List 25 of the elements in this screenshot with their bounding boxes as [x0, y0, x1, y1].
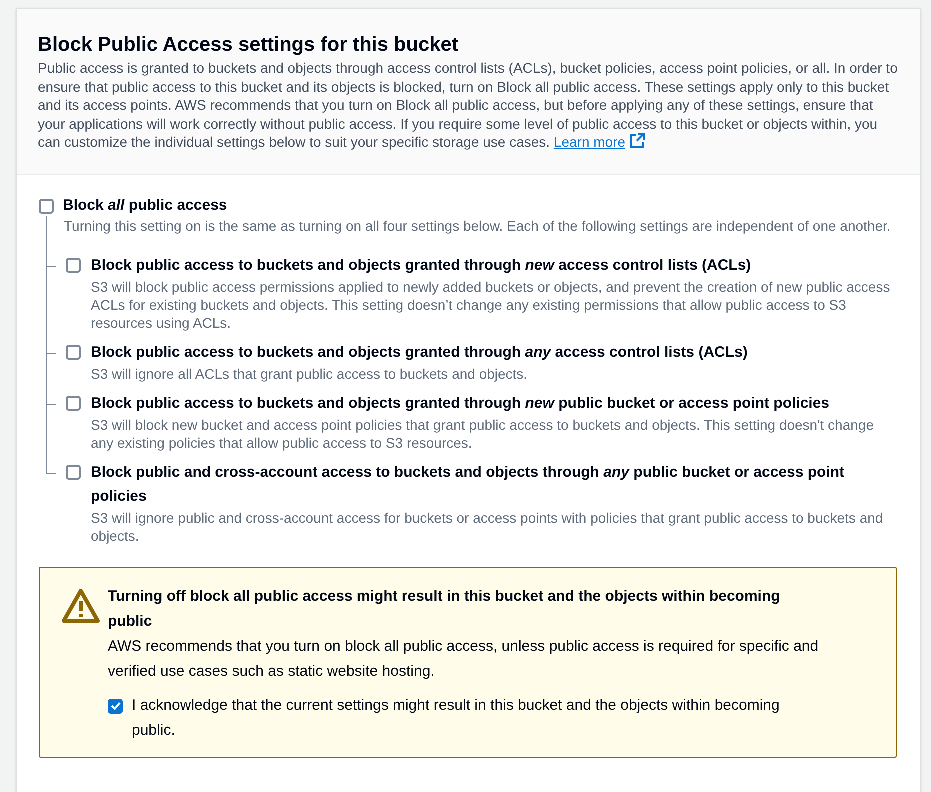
panel-title: Block Public Access settings for this bucket	[38, 33, 460, 57]
setting-description: S3 will ignore all ACLs that grant public access to buckets and objects.	[91, 364, 529, 382]
checkbox[interactable]	[108, 698, 123, 714]
warning-text: AWS recommends that you turn on block all public access, unless public access is required for specific and verified use cases such as static website hosting.	[108, 636, 820, 682]
checkbox-label: I acknowledge that the current settings might result in this bucket and the objects within becoming public.	[132, 696, 781, 740]
checkbox[interactable]	[39, 198, 54, 214]
setting-description: S3 will ignore public and cross-account access for buckets or access points with policies that grant public access to buckets and objects.	[91, 508, 884, 544]
setting-description: S3 will block new bucket and access point policies that grant public access to buckets and objects. This setting doesn't change any existing policies that allow public access to S3 resources.	[91, 416, 875, 452]
checkbox-label: Block public and cross-account access to buckets and objects through any public bucket or access point policies	[91, 462, 846, 506]
checkbox[interactable]	[66, 344, 81, 360]
learn-more-link[interactable]: Learn more	[554, 134, 626, 150]
checkbox[interactable]	[66, 258, 81, 272]
description-text: Public access is granted to buckets and objects through access control lists (ACLs), bucket policies, access point policies, or all. In order to ensure that public access to this bucket and its objects is blocked, turn on Block all public access. These settings apply only to this bucket and its access points. AWS recommends that you turn on Block all public access, but before applying any of these settings, ensure that your applications will work correctly without public access. If you require some level of public access to this bucket or objects within, you can customize the individual settings below to suit your specific storage use cases. Learn more	[38, 59, 899, 152]
checkbox-label: Block public access to buckets and objects granted through new access control lists (ACLs)	[91, 256, 752, 276]
checkbox-label: Block public access to buckets and objects granted through any access control lists (ACLs)	[91, 342, 748, 362]
checkbox-label: Block all public access	[63, 196, 228, 216]
setting-description: S3 will block public access permissions applied to newly added buckets or objects, and prevent the creation of new public access ACLs for existing buckets and objects. This setting doesn’t change any existing permissions that allow public access to S3 resources using ACLs.	[91, 278, 892, 332]
setting-description: Turning this setting on is the same as turning on all four settings below. Each of the following settings are independent of one another.	[64, 216, 892, 234]
external-link-icon	[629, 133, 646, 149]
warning-title: Turning off block all public access might result in this bucket and the objects within becoming public	[108, 586, 782, 632]
checkbox-label: Block public access to buckets and objects granted through new public bucket or access point policies	[91, 394, 831, 414]
checkbox[interactable]	[66, 396, 81, 410]
checkbox[interactable]	[66, 464, 81, 480]
check-icon	[110, 702, 120, 710]
warning-icon	[62, 588, 100, 624]
